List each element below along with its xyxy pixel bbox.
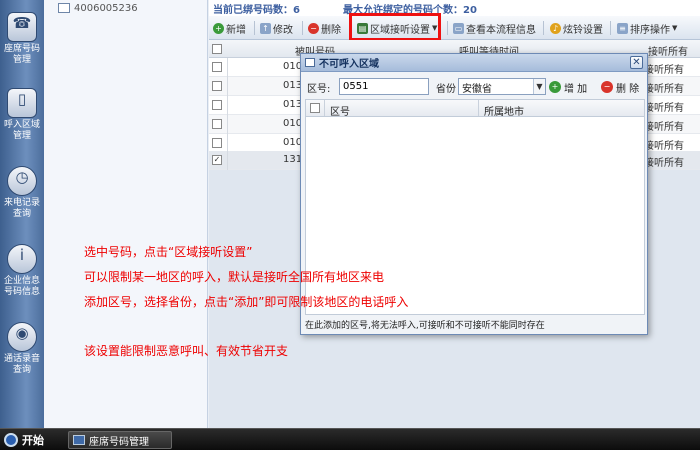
divider [610, 21, 611, 35]
column-divider [227, 58, 228, 170]
dock-item-label: 座席号码管理 [3, 44, 40, 65]
divider [543, 21, 544, 35]
taskbar-item-label: 座席号码管理 [89, 436, 149, 448]
dock-item-label: 来电记录查询 [3, 198, 40, 219]
answer-mode: 接听所有 [644, 84, 684, 95]
dock-item-recordings[interactable]: ◉ 通话录音查询 [0, 322, 44, 376]
switch-icon: ▯ [7, 88, 37, 118]
answer-mode: 接听所有 [644, 65, 684, 76]
edit-button[interactable]: ↑ 修改 [260, 20, 293, 36]
select-all-checkbox[interactable] [212, 44, 222, 54]
ring-setting-label: 炫铃设置 [563, 24, 603, 36]
left-dock: ☎ 座席号码管理 ▯ 呼入区域管理 ◷ 来电记录查询 i 企业信息号码信息 ◉ … [0, 0, 44, 428]
row-checkbox[interactable] [212, 119, 222, 129]
plus-icon: + [213, 22, 224, 34]
add-button[interactable]: + 新增 [213, 20, 246, 36]
row-checkbox[interactable] [212, 81, 222, 91]
number-list-panel: 4006005236 [44, 0, 208, 428]
toolbar: + 新增 ↑ 修改 − 删除 ▤ 区域接听设置 ▼ ▭ 查看本流程信息 ♪ 炫铃… [209, 16, 700, 40]
dropdown-arrow-icon: ▼ [672, 24, 678, 32]
add-area-label: 增 加 [564, 83, 588, 95]
dock-item-call-records[interactable]: ◷ 来电记录查询 [0, 166, 44, 220]
start-button[interactable]: 开始 [0, 429, 62, 450]
area-code-input[interactable] [339, 78, 429, 95]
row-checkbox[interactable] [212, 100, 222, 110]
annotation-line-1: 选中号码，点击“区域接听设置” [84, 245, 253, 259]
answer-mode: 接听所有 [644, 103, 684, 114]
col-answer: 接听所有 [648, 47, 688, 58]
window-icon [73, 435, 85, 445]
taskbar-item[interactable]: 座席号码管理 [68, 431, 172, 449]
power-icon [4, 433, 18, 447]
col-city: 所属地市 [484, 107, 524, 118]
ring-setting-button[interactable]: ♪ 炫铃设置 [550, 20, 603, 36]
highlight-box [349, 13, 441, 41]
list-grid-icon [58, 3, 70, 13]
info-bar: 当前已绑号码数：6 最大允许绑定的号码个数：20 [213, 1, 477, 16]
number-list-item-label: 4006005236 [74, 2, 138, 14]
taskbar: 开始 座席号码管理 [0, 428, 700, 450]
delete-button[interactable]: − 删除 [308, 20, 341, 36]
province-value: 安徽省 [462, 84, 492, 95]
column-divider [478, 100, 479, 116]
start-label: 开始 [22, 434, 44, 447]
document-icon: ▭ [453, 22, 464, 34]
divider [302, 21, 303, 35]
view-flow-button[interactable]: ▭ 查看本流程信息 [453, 20, 536, 36]
add-area-button[interactable]: + 增 加 [549, 79, 587, 95]
dialog-form: 区号: 省份 安徽省 ▼ + 增 加 − 删 除 [301, 76, 649, 98]
dialog-grid-body [305, 117, 645, 315]
answer-mode: 接听所有 [644, 122, 684, 133]
dock-item-seat-numbers[interactable]: ☎ 座席号码管理 [0, 12, 44, 66]
row-checkbox-checked[interactable]: ✓ [212, 155, 222, 165]
dock-item-company-info[interactable]: i 企业信息号码信息 [0, 244, 44, 298]
province-select[interactable]: 安徽省 ▼ [458, 78, 546, 95]
dock-item-label: 呼入区域管理 [3, 120, 40, 141]
phone-icon: ☎ [7, 12, 37, 42]
annotation-line-4: 该设置能限制恶意呼叫、有效节省开支 [84, 344, 289, 358]
bound-count: 当前已绑号码数：6 [213, 5, 300, 16]
answer-mode: 接听所有 [644, 158, 684, 169]
delete-area-button[interactable]: − 删 除 [601, 79, 639, 95]
dialog-title: 不可呼入区域 [319, 59, 379, 70]
plus-icon: + [549, 81, 561, 93]
dialog-titlebar[interactable]: 不可呼入区域 ✕ [301, 54, 647, 72]
annotation-line-2: 可以限制某一地区的呼入，默认是接听全国所有地区来电 [84, 270, 385, 284]
answer-mode: 接听所有 [644, 141, 684, 152]
divider [447, 21, 448, 35]
number-list-item[interactable]: 4006005236 [58, 1, 138, 15]
minus-icon: − [308, 22, 319, 34]
sort-icon: ≡ [617, 22, 628, 34]
delete-label: 删除 [321, 24, 341, 36]
dialog-footer-hint: 在此添加的区号,将无法呼入,可接听和不可接听不能同时存在 [305, 321, 545, 331]
chevron-down-icon[interactable]: ▼ [533, 79, 545, 94]
edit-label: 修改 [273, 24, 293, 36]
bell-icon: ♪ [550, 22, 561, 34]
row-checkbox[interactable] [212, 62, 222, 72]
dialog-grid-header: 区号 所属地市 [305, 99, 645, 118]
minus-icon: − [601, 81, 613, 93]
sort-button[interactable]: ≡ 排序操作 ▼ [617, 20, 677, 36]
row-checkbox[interactable] [212, 138, 222, 148]
delete-area-label: 删 除 [616, 83, 640, 95]
dock-item-inbound-area[interactable]: ▯ 呼入区域管理 [0, 88, 44, 142]
select-all-checkbox[interactable] [310, 103, 320, 113]
view-flow-label: 查看本流程信息 [466, 24, 536, 36]
province-label: 省份 [436, 84, 456, 95]
dock-item-label: 通话录音查询 [3, 354, 40, 375]
dock-item-label: 企业信息号码信息 [3, 276, 40, 297]
info-icon: i [7, 244, 37, 274]
recorder-icon: ◉ [7, 322, 37, 352]
sort-label: 排序操作 [630, 24, 670, 36]
window-icon [305, 58, 315, 67]
col-area-code: 区号 [330, 107, 350, 118]
divider [254, 21, 255, 35]
add-label: 新增 [226, 24, 246, 36]
clock-icon: ◷ [7, 166, 37, 196]
column-divider [324, 100, 325, 116]
edit-icon: ↑ [260, 22, 271, 34]
close-icon[interactable]: ✕ [630, 56, 643, 69]
annotation-line-3: 添加区号，选择省份，点击“添加”即可限制该地区的电话呼入 [84, 295, 409, 309]
area-code-label: 区号: [307, 84, 331, 95]
